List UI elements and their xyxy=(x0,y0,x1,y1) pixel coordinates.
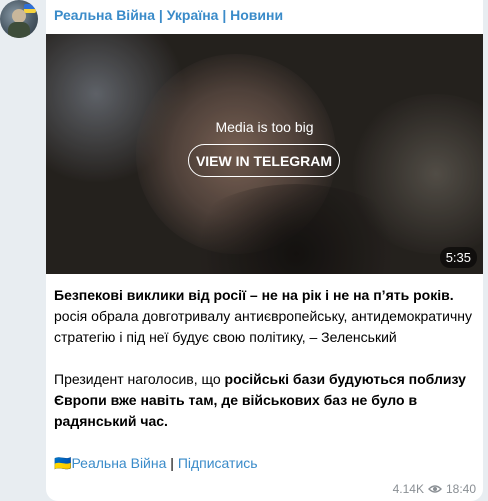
video-preview[interactable]: Media is too big VIEW IN TELEGRAM 5:35 xyxy=(46,34,483,274)
message-text-1: росія обрала довготривалу антиєвропейськ… xyxy=(54,308,472,345)
channel-link[interactable]: Реальна Війна xyxy=(71,455,166,471)
message-meta: 4.14K 18:40 xyxy=(393,482,476,496)
message-text: Безпекові виклики від росії – не на рік … xyxy=(54,285,479,474)
media-too-big-notice: Media is too big xyxy=(215,119,314,135)
view-count: 4.14K xyxy=(392,482,424,496)
avatar-figure-body xyxy=(8,22,30,38)
ukraine-flag-emoji: 🇺🇦 xyxy=(54,455,72,471)
channel-avatar[interactable] xyxy=(0,0,38,38)
avatar-figure-head xyxy=(12,9,26,23)
view-in-telegram-button[interactable]: VIEW IN TELEGRAM xyxy=(188,144,340,177)
message-bubble: Реальна Війна | Україна | Новини Media i… xyxy=(46,0,483,501)
message-paragraph-1: Безпекові виклики від росії – не на рік … xyxy=(54,285,479,348)
ukraine-flag-icon xyxy=(24,4,36,13)
eye-icon xyxy=(427,485,442,493)
message-paragraph-2: Президент наголосив, що російські бази б… xyxy=(54,369,479,432)
message-links: 🇺🇦Реальна Війна | Підписатись xyxy=(54,453,479,474)
link-separator: | xyxy=(166,455,178,471)
subscribe-link[interactable]: Підписатись xyxy=(178,455,258,471)
video-duration: 5:35 xyxy=(439,247,477,268)
channel-name[interactable]: Реальна Війна | Україна | Новини xyxy=(54,7,283,23)
message-bold-1: Безпекові виклики від росії – не на рік … xyxy=(54,287,454,303)
message-text-2: Президент наголосив, що xyxy=(54,371,225,387)
message-time: 18:40 xyxy=(445,482,476,496)
